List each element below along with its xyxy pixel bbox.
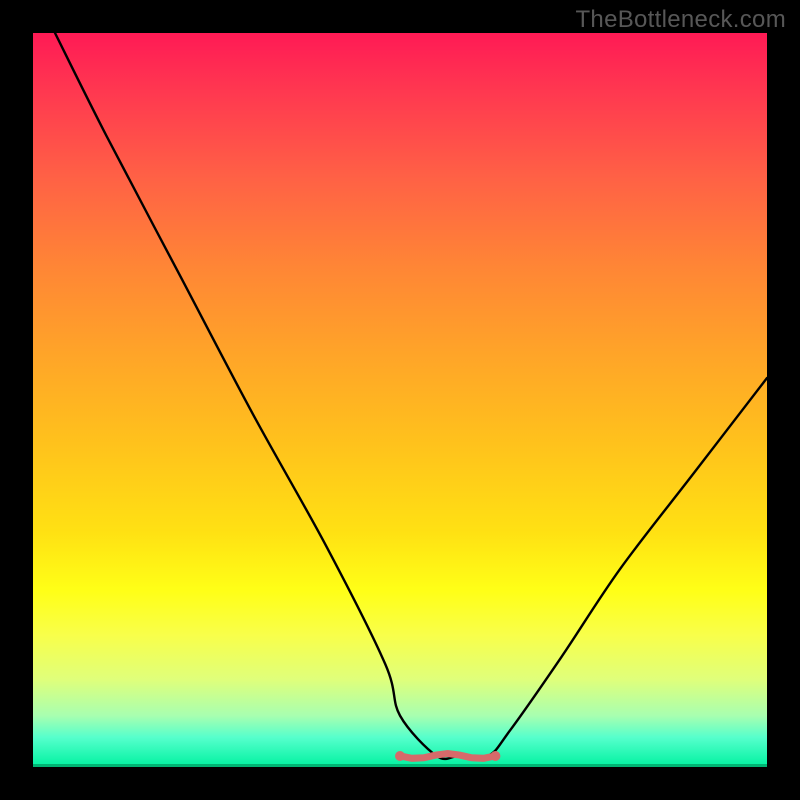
chart-frame: TheBottleneck.com [0, 0, 800, 800]
watermark-text: TheBottleneck.com [575, 6, 786, 34]
curve-svg [33, 33, 767, 767]
bottleneck-curve [55, 33, 767, 759]
plot-area [33, 33, 767, 767]
baseline [33, 764, 767, 767]
flat-segment-end-left [395, 751, 405, 761]
flat-segment-end-right [490, 751, 500, 761]
